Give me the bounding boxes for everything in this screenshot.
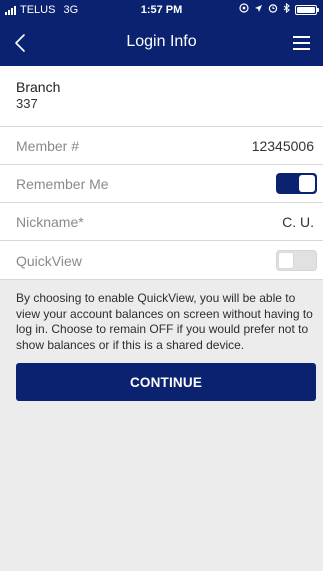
nickname-value[interactable]: C. U. xyxy=(282,214,314,230)
member-label: Member # xyxy=(16,138,80,154)
remember-me-toggle[interactable] xyxy=(276,173,317,194)
toggle-knob xyxy=(299,175,315,192)
continue-button[interactable]: CONTINUE xyxy=(16,363,316,401)
navigation-arrow-icon xyxy=(254,4,263,16)
quickview-toggle[interactable] xyxy=(276,250,317,271)
nav-bar: Login Info xyxy=(0,20,323,66)
alarm-icon xyxy=(268,3,278,16)
battery-icon xyxy=(295,4,319,15)
remember-me-row: Remember Me xyxy=(0,165,323,203)
quickview-row: QuickView xyxy=(0,241,323,280)
status-right xyxy=(239,2,319,16)
nickname-row[interactable]: Nickname* C. U. xyxy=(0,203,323,241)
app-header: TELUS 3G 1:57 PM Login Info xyxy=(0,0,323,66)
hamburger-menu-icon[interactable] xyxy=(289,30,315,56)
bluetooth-icon xyxy=(283,2,290,16)
member-row: Member # 12345006 xyxy=(0,127,323,165)
location-icon xyxy=(239,3,249,16)
branch-label: Branch xyxy=(16,79,61,95)
login-info-content: Branch 337 Member # 12345006 Remember Me… xyxy=(0,66,323,571)
page-title: Login Info xyxy=(126,33,197,50)
quickview-info-text: By choosing to enable QuickView, you wil… xyxy=(16,291,313,352)
branch-value: 337 xyxy=(16,96,38,111)
branch-row: Branch 337 xyxy=(0,66,323,127)
toggle-knob xyxy=(278,252,294,269)
status-bar: TELUS 3G 1:57 PM xyxy=(0,0,323,20)
nickname-label: Nickname* xyxy=(16,214,84,230)
quickview-label: QuickView xyxy=(16,253,82,269)
member-value: 12345006 xyxy=(251,138,314,154)
remember-me-label: Remember Me xyxy=(16,176,109,192)
